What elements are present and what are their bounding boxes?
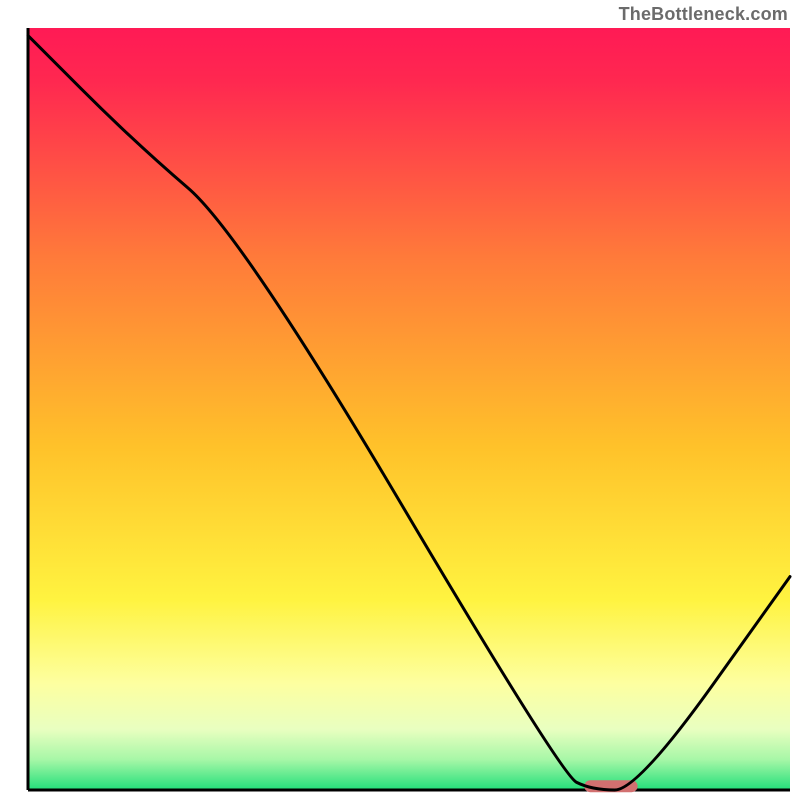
chart-container: TheBottleneck.com [0,0,800,800]
chart-svg [0,0,800,800]
plot-background [28,28,790,790]
